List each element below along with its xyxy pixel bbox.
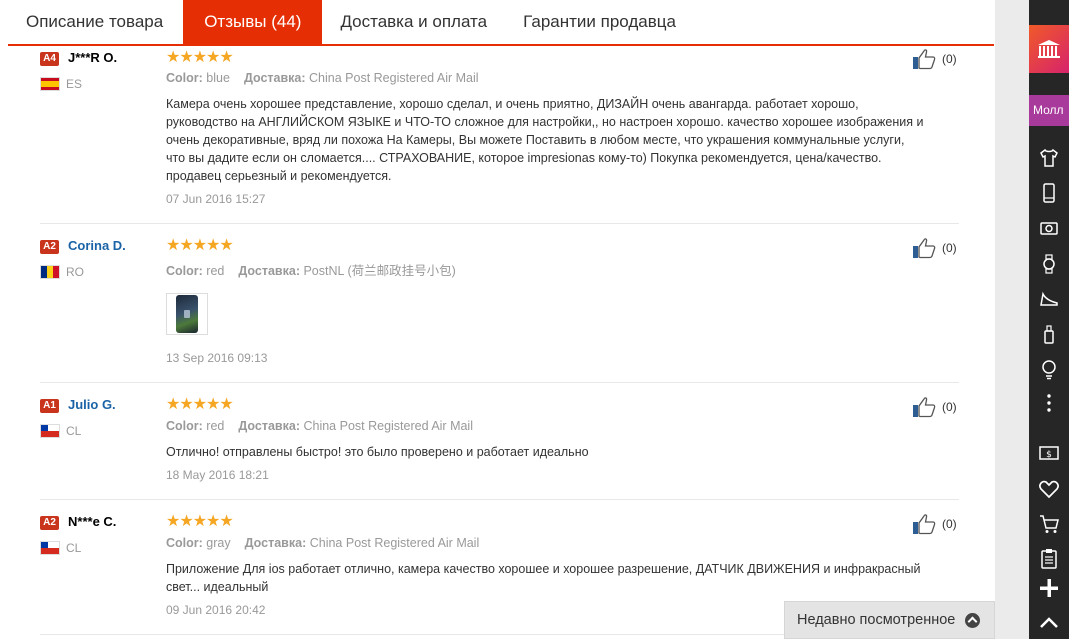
reviewer-name[interactable]: Corina D. bbox=[68, 238, 126, 253]
review-item: A4 J***R O. ES ★★★★★ Color: blue Доставка… bbox=[40, 48, 959, 224]
review-text: Камера очень хорошее представление, хоро… bbox=[166, 97, 924, 183]
clipboard-icon[interactable] bbox=[1037, 546, 1061, 570]
camera-icon[interactable] bbox=[1037, 216, 1061, 240]
chevron-up-icon bbox=[965, 613, 980, 628]
delivery-label: Доставка: bbox=[238, 419, 300, 433]
reviewer-name: J***R O. bbox=[68, 50, 118, 65]
recently-viewed-label: Недавно посмотренное bbox=[797, 612, 956, 628]
product-tabs: Описание товара Отзывы (44) Доставка и о… bbox=[8, 0, 994, 46]
color-label: Color: bbox=[166, 536, 203, 550]
color-label: Color: bbox=[166, 71, 203, 85]
delivery-value: China Post Registered Air Mail bbox=[309, 71, 479, 85]
buyer-level-badge: A4 bbox=[40, 52, 59, 66]
right-sidebar: Молл $ bbox=[1029, 0, 1069, 639]
reviewer-country: ES bbox=[66, 77, 83, 91]
like-button[interactable]: (0) bbox=[912, 513, 957, 535]
color-value: red bbox=[206, 264, 225, 278]
reviewer-country: CL bbox=[66, 541, 82, 555]
tab-description[interactable]: Описание товара bbox=[8, 0, 183, 44]
reviewer-name[interactable]: Julio G. bbox=[68, 397, 116, 412]
review-date: 07 Jun 2016 15:27 bbox=[166, 192, 266, 206]
like-count: (0) bbox=[942, 241, 957, 255]
store-logo-icon[interactable] bbox=[1029, 25, 1069, 73]
svg-text:$: $ bbox=[1046, 450, 1052, 460]
phone-camera-photo bbox=[176, 295, 198, 333]
review-date: 18 May 2016 18:21 bbox=[166, 468, 269, 482]
reviewer-country: CL bbox=[66, 424, 82, 438]
tab-seller-guarantees[interactable]: Гарантии продавца bbox=[505, 0, 694, 44]
review-item: A2 Corina D. RO ★★★★★ Color: red Доставка… bbox=[40, 224, 959, 383]
review-text: Отлично! отправлены быстро! это было про… bbox=[166, 445, 589, 459]
star-rating: ★★★★★ bbox=[166, 396, 234, 413]
review-meta: Color: gray Доставка: China Post Register… bbox=[166, 536, 479, 550]
plus-icon[interactable] bbox=[1037, 576, 1061, 600]
thumbs-up-icon bbox=[913, 514, 936, 535]
reviewer-name: N***e C. bbox=[68, 514, 117, 529]
heart-icon[interactable] bbox=[1037, 477, 1061, 501]
star-rating: ★★★★★ bbox=[166, 237, 234, 254]
like-button[interactable]: (0) bbox=[912, 396, 957, 418]
bulb-icon[interactable] bbox=[1037, 357, 1061, 381]
flag-ro-icon bbox=[40, 265, 60, 279]
recently-viewed-toggle[interactable]: Недавно посмотренное bbox=[784, 601, 995, 639]
review-text: Приложение Для ios работает отлично, кам… bbox=[166, 562, 921, 594]
star-rating: ★★★★★ bbox=[166, 513, 234, 530]
reviewer-country: RO bbox=[66, 265, 84, 279]
product-detail-panel: Описание товара Отзывы (44) Доставка и о… bbox=[0, 0, 995, 639]
color-value: red bbox=[206, 419, 225, 433]
flag-cl-icon bbox=[40, 424, 60, 438]
delivery-value: China Post Registered Air Mail bbox=[309, 536, 480, 550]
review-meta: Color: red Доставка: China Post Registere… bbox=[166, 419, 473, 433]
delivery-label: Доставка: bbox=[238, 264, 300, 278]
like-count: (0) bbox=[942, 517, 957, 531]
review-photo-thumbnail[interactable] bbox=[166, 293, 208, 335]
flag-es-icon bbox=[40, 77, 60, 91]
review-item: A1 Julio G. CL ★★★★★ Color: red Доставка:… bbox=[40, 383, 959, 500]
delivery-value: China Post Registered Air Mail bbox=[303, 419, 473, 433]
thumbs-up-icon bbox=[913, 238, 936, 259]
buyer-level-badge: A2 bbox=[40, 240, 59, 254]
color-value: gray bbox=[206, 536, 231, 550]
like-count: (0) bbox=[942, 400, 957, 414]
color-label: Color: bbox=[166, 419, 203, 433]
review-meta: Color: red Доставка: PostNL (荷兰邮政挂号小包) bbox=[166, 260, 456, 279]
color-label: Color: bbox=[166, 264, 203, 278]
like-count: (0) bbox=[942, 52, 957, 66]
buyer-level-badge: A2 bbox=[40, 516, 59, 530]
thumbs-up-icon bbox=[913, 49, 936, 70]
review-date: 09 Jun 2016 20:42 bbox=[166, 603, 266, 617]
tab-shipping-payment[interactable]: Доставка и оплата bbox=[322, 0, 505, 44]
coupon-icon[interactable]: $ bbox=[1037, 441, 1061, 465]
like-button[interactable]: (0) bbox=[912, 48, 957, 70]
more-icon[interactable] bbox=[1037, 391, 1061, 415]
like-button[interactable]: (0) bbox=[912, 237, 957, 259]
review-meta: Color: blue Доставка: China Post Register… bbox=[166, 71, 479, 85]
color-value: blue bbox=[206, 71, 230, 85]
buyer-level-badge: A1 bbox=[40, 399, 59, 413]
watch-icon[interactable] bbox=[1037, 252, 1061, 276]
cart-icon[interactable] bbox=[1037, 512, 1061, 536]
phone-icon[interactable] bbox=[1037, 181, 1061, 205]
thumbs-up-icon bbox=[913, 397, 936, 418]
review-date: 13 Sep 2016 09:13 bbox=[166, 351, 268, 365]
shoe-icon[interactable] bbox=[1037, 287, 1061, 311]
star-rating: ★★★★★ bbox=[166, 49, 234, 66]
tab-reviews[interactable]: Отзывы (44) bbox=[183, 0, 323, 44]
arrow-up-icon[interactable] bbox=[1037, 611, 1061, 635]
mall-link[interactable]: Молл bbox=[1029, 95, 1069, 126]
tshirt-icon[interactable] bbox=[1037, 146, 1061, 170]
bottle-icon[interactable] bbox=[1037, 322, 1061, 346]
flag-cl-icon bbox=[40, 541, 60, 555]
delivery-value: PostNL (荷兰邮政挂号小包) bbox=[303, 264, 456, 278]
delivery-label: Доставка: bbox=[243, 71, 306, 85]
delivery-label: Доставка: bbox=[244, 536, 307, 550]
